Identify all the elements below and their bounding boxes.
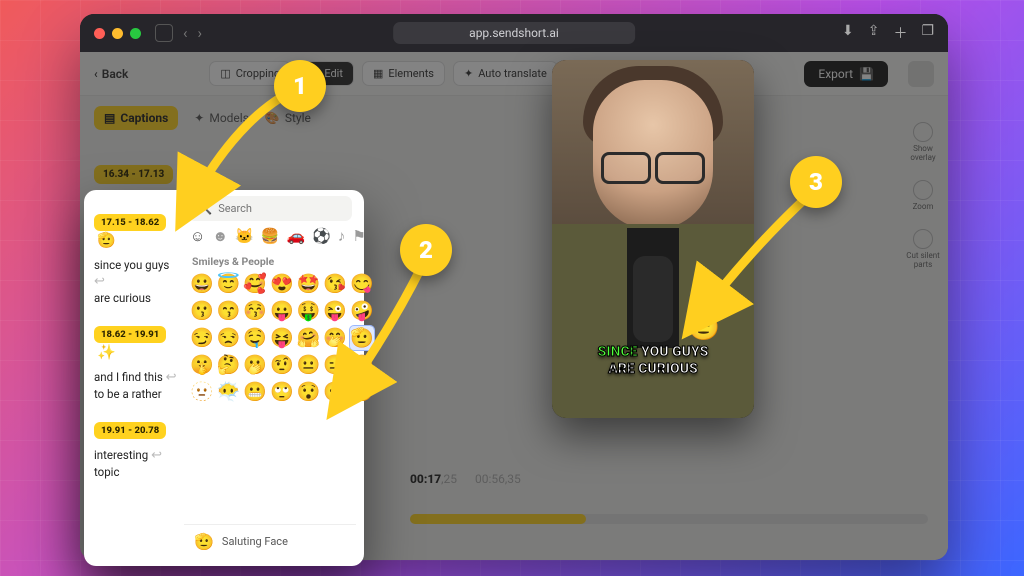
emoji-cell[interactable]: 😝 (270, 326, 294, 350)
emoji-cell[interactable]: 🤑 (297, 299, 321, 323)
url-text: app.sendshort.ai (469, 26, 559, 40)
emoji-cell[interactable]: 😀 (190, 272, 214, 296)
emoji-cell[interactable]: 🫢 (243, 353, 267, 377)
minimize-window-icon[interactable] (112, 28, 123, 39)
glasses-icon (601, 152, 705, 178)
caption-block-emoji: 🫡 (97, 231, 116, 249)
emoji-cell[interactable]: 😶‍🌫️ (217, 380, 241, 404)
footer-emoji-icon: 🫡 (194, 532, 214, 551)
emoji-cell[interactable]: 🤗 (297, 326, 321, 350)
caption-text: and I find this ↩to be a rather (94, 369, 180, 402)
tabs-icon[interactable]: ❐ (921, 23, 934, 43)
emoji-cell[interactable]: 😙 (217, 299, 241, 323)
emoji-picker-footer: 🫡 Saluting Face (184, 524, 356, 558)
desktop-wallpaper: ‹ › app.sendshort.ai ⬇ ⇪ ＋ ❐ ‹Back ◫Crop… (0, 0, 1024, 576)
emoji-cell[interactable]: 🫥 (190, 380, 214, 404)
nav-back-icon[interactable]: ‹ (183, 24, 188, 42)
step-badge-1: 1 (274, 60, 326, 112)
emoji-cell[interactable]: 🤫 (190, 353, 214, 377)
emoji-picker-popup: 17.15 - 18.62🫡since you guys ↩are curiou… (84, 190, 364, 566)
emoji-cell[interactable]: 😐 (297, 353, 321, 377)
maximize-window-icon[interactable] (130, 28, 141, 39)
traffic-lights[interactable] (94, 28, 141, 39)
download-icon[interactable]: ⬇ (842, 23, 854, 43)
caption-blocks: 17.15 - 18.62🫡 since you guys ↩are curiou… (94, 214, 180, 500)
step-arrow-3 (680, 190, 840, 354)
emoji-cell[interactable]: 😚 (243, 299, 267, 323)
sidebar-toggle-icon[interactable] (155, 24, 173, 42)
return-icon: ↩ (166, 370, 177, 385)
new-tab-icon[interactable]: ＋ (893, 23, 907, 43)
emoji-cell[interactable]: 🤩 (297, 272, 321, 296)
cat-activity-icon[interactable]: ⚽ (312, 227, 331, 245)
step-badge-3: 3 (790, 156, 842, 208)
return-icon: ↩ (151, 448, 162, 463)
caption-block[interactable]: 17.15 - 18.62🫡 since you guys ↩are curiou… (94, 214, 180, 306)
caption-block-emoji: ✨ (97, 343, 116, 361)
step-arrow-1 (170, 90, 310, 234)
emoji-cell[interactable]: 🤤 (243, 326, 267, 350)
step-badge-2: 2 (400, 224, 452, 276)
emoji-cell[interactable]: 😗 (190, 299, 214, 323)
emoji-cell[interactable]: 😏 (190, 326, 214, 350)
browser-chrome: ‹ › app.sendshort.ai ⬇ ⇪ ＋ ❐ (80, 14, 948, 52)
emoji-cell[interactable]: 🥰 (243, 272, 267, 296)
emoji-cell[interactable]: 😇 (217, 272, 241, 296)
share-icon[interactable]: ⇪ (868, 23, 880, 43)
step-arrow-2 (330, 260, 470, 424)
cat-flags-icon[interactable]: ⚑ (352, 227, 365, 245)
emoji-cell[interactable]: 🤨 (270, 353, 294, 377)
return-icon: ↩ (94, 274, 105, 289)
caption-highlight-word: SINCE (598, 344, 638, 360)
caption-time: 19.91 - 20.78 (94, 422, 166, 439)
emoji-cell[interactable]: 😒 (217, 326, 241, 350)
caption-time: 17.15 - 18.62 (94, 214, 166, 231)
emoji-cell[interactable]: 🤔 (217, 353, 241, 377)
footer-emoji-name: Saluting Face (222, 535, 288, 548)
emoji-cell[interactable]: 😬 (243, 380, 267, 404)
url-bar[interactable]: app.sendshort.ai (393, 22, 635, 44)
caption-text: since you guys ↩are curious (94, 257, 180, 306)
emoji-cell[interactable]: 😛 (270, 299, 294, 323)
emoji-cell[interactable]: 🙄 (270, 380, 294, 404)
caption-time: 18.62 - 19.91 (94, 326, 166, 343)
emoji-cell[interactable]: 😯 (297, 380, 321, 404)
nav-forward-icon[interactable]: › (198, 24, 203, 42)
microphone-icon (633, 256, 673, 342)
close-window-icon[interactable] (94, 28, 105, 39)
cat-objects-icon[interactable]: ♪ (338, 227, 346, 245)
caption-text: interesting ↩topic (94, 447, 180, 480)
caption-block[interactable]: 18.62 - 19.91✨ and I find this ↩to be a r… (94, 326, 180, 402)
caption-block[interactable]: 19.91 - 20.78 interesting ↩topic (94, 422, 180, 480)
emoji-cell[interactable]: 😍 (270, 272, 294, 296)
